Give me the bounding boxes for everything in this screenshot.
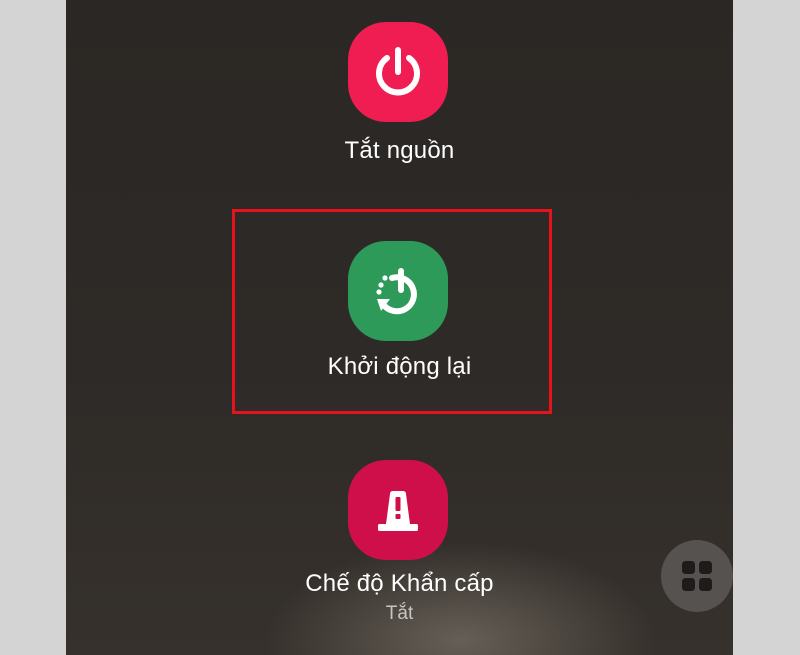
emergency-mode-label: Chế độ Khẩn cấp — [305, 570, 494, 597]
grid-icon — [682, 561, 712, 591]
restart-button[interactable] — [348, 241, 448, 341]
power-menu-screen: Tắt nguồn Khởi động lại Chế độ Khẩn cấp … — [66, 0, 733, 655]
grid-button[interactable] — [661, 540, 733, 612]
emergency-mode-button[interactable] — [348, 460, 448, 560]
power-icon — [376, 47, 420, 96]
restart-icon — [376, 268, 417, 315]
left-margin — [0, 0, 66, 655]
power-off-button[interactable] — [348, 22, 448, 122]
right-margin — [733, 0, 800, 655]
emergency-beacon-icon — [378, 491, 418, 531]
emergency-mode-status: Tắt — [385, 603, 414, 624]
power-off-label: Tắt nguồn — [344, 137, 455, 164]
restart-label: Khởi động lại — [327, 353, 472, 380]
